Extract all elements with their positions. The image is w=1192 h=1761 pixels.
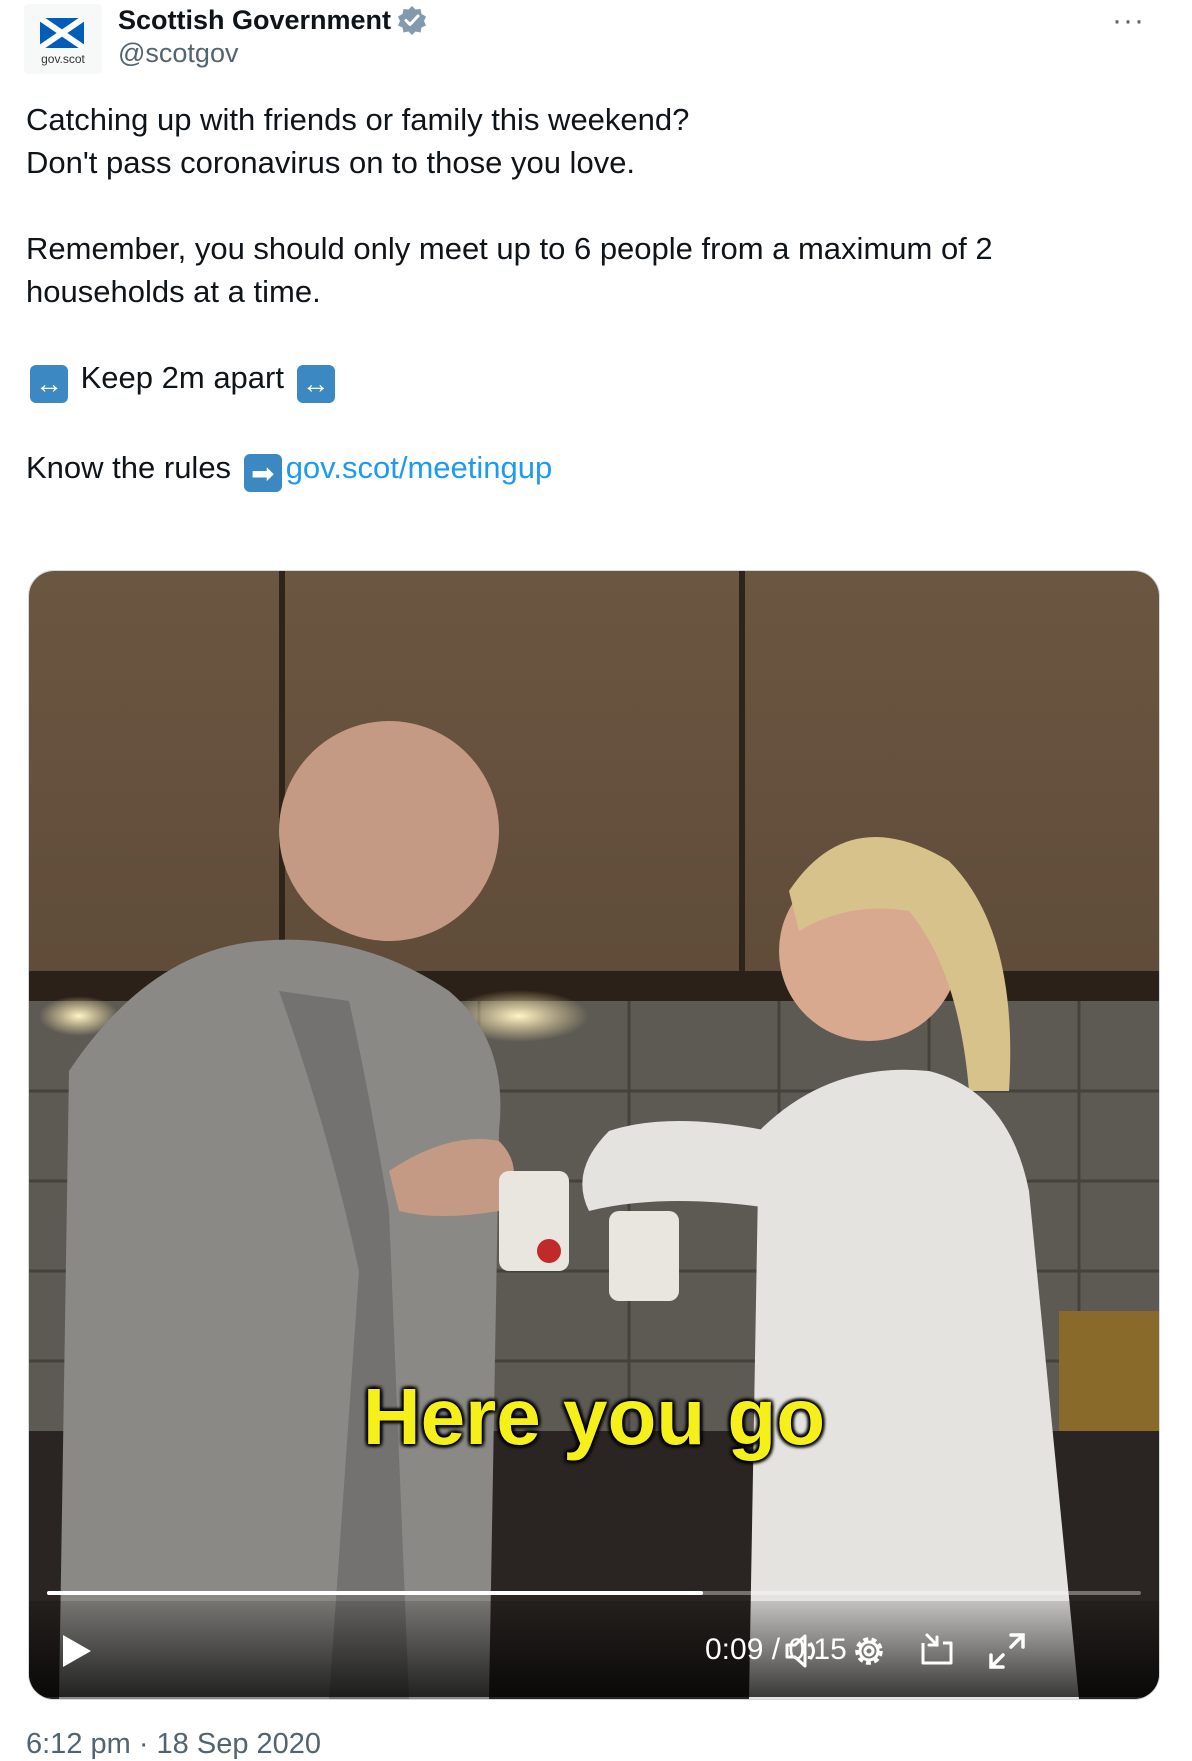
video-player[interactable]: Here you go 0:09 / 0:15	[28, 570, 1160, 1700]
tweet-timestamp[interactable]: 6:12 pm · 18 Sep 2020	[26, 1728, 321, 1761]
video-progress-fill	[47, 1591, 704, 1595]
verified-badge-icon[interactable]	[397, 5, 427, 35]
keep-apart-line: ↔ Keep 2m apart ↔	[26, 356, 1156, 403]
video-controls: 0:09 / 0:15	[29, 1601, 1159, 1697]
settings-icon[interactable]	[847, 1629, 891, 1673]
video-frame	[29, 571, 1159, 1699]
know-rules-text: Know the rules	[26, 449, 232, 485]
keep-apart-text: Keep 2m apart	[80, 360, 284, 395]
fullscreen-icon[interactable]	[985, 1629, 1029, 1673]
tweet-line: Don't pass coronavirus on to those you l…	[26, 145, 636, 180]
video-time-display: 0:09 / 0:15	[705, 1633, 847, 1666]
video-progress-bar[interactable]	[47, 1591, 1141, 1595]
tweet-line: Remember, you should only meet up to 6 p…	[26, 231, 993, 266]
left-right-arrow-emoji-icon: ↔	[296, 364, 335, 403]
left-right-arrow-emoji-icon: ↔	[30, 364, 68, 403]
more-options-icon[interactable]: ···	[1112, 4, 1145, 38]
author-name[interactable]: Scottish Government	[118, 5, 391, 36]
tweet-text: Catching up with friends or family this …	[26, 98, 1156, 492]
subtitle-text: Here you go	[362, 1372, 826, 1461]
author-handle[interactable]: @scotgov	[118, 38, 238, 69]
play-icon[interactable]	[55, 1631, 95, 1671]
avatar-domain-label: gov.scot	[41, 52, 85, 66]
meetingup-link[interactable]: gov.scot/meetingup	[286, 450, 553, 485]
know-rules-line: Know the rules ➡ gov.scot/meetingup	[26, 446, 1156, 492]
saltire-flag-icon	[40, 18, 84, 48]
tweet-line: households at a time.	[26, 274, 321, 309]
tweet-line: Catching up with friends or family this …	[26, 102, 690, 137]
right-arrow-emoji-icon: ➡	[243, 454, 282, 492]
author-name-row[interactable]: Scottish Government	[118, 2, 427, 38]
dock-icon[interactable]	[915, 1629, 959, 1673]
volume-icon[interactable]	[781, 1629, 825, 1673]
avatar[interactable]: gov.scot	[24, 4, 102, 74]
